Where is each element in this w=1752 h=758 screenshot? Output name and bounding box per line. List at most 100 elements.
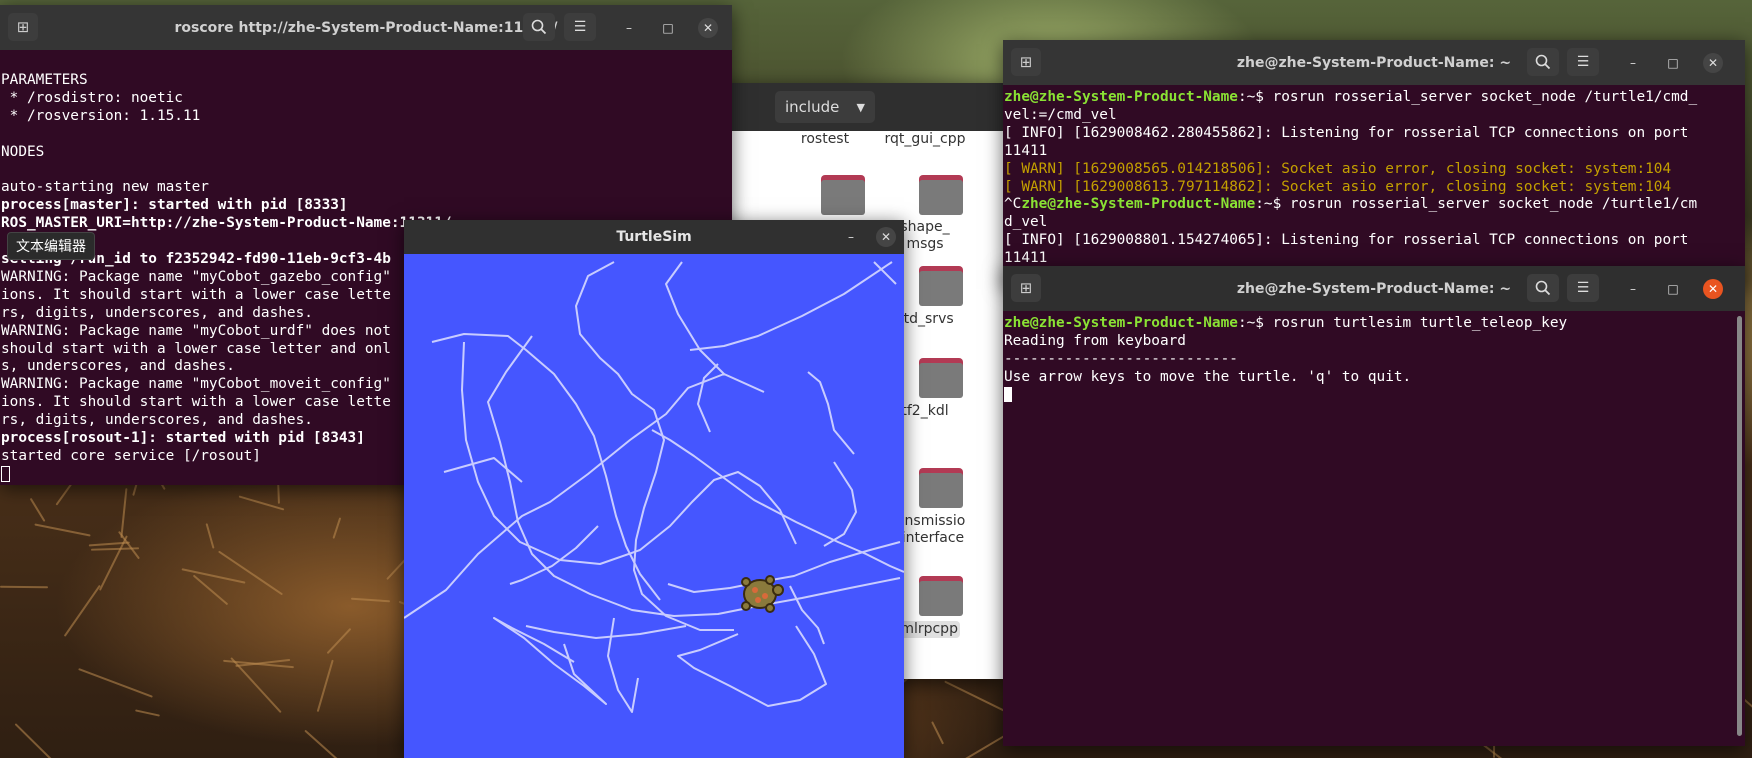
folder-icon[interactable] — [919, 175, 963, 215]
search-icon[interactable] — [1527, 48, 1559, 76]
terminal-text: 11411 — [1004, 250, 1048, 267]
new-tab-icon[interactable]: ⊞ — [1011, 274, 1041, 302]
server-titlebar[interactable]: ⊞ zhe@zhe-System-Product-Name: ~ ☰ – □ ✕ — [1003, 40, 1745, 85]
wallpaper-needle — [34, 523, 91, 537]
minimize-icon[interactable]: – — [841, 227, 861, 247]
terminal-text: 11411 — [1004, 142, 1048, 159]
wallpaper-needle — [944, 680, 1009, 714]
scrollbar[interactable] — [1737, 316, 1742, 736]
wallpaper-needle — [326, 628, 352, 655]
folder-icon[interactable] — [919, 266, 963, 306]
terminal-text: vel:=/cmd_vel — [1004, 106, 1117, 123]
terminal-line: NODES — [1, 143, 45, 160]
terminal-text: :~$ rosrun rosserial_server socket_node … — [1255, 196, 1698, 213]
close-icon[interactable]: ✕ — [876, 227, 896, 247]
hamburger-menu-icon[interactable]: ☰ — [1567, 274, 1599, 302]
wallpaper-needle — [29, 497, 46, 522]
canvas-background — [404, 254, 904, 758]
new-tab-icon[interactable]: ⊞ — [8, 13, 38, 41]
terminal-line: Use arrow keys to move the turtle. 'q' t… — [1004, 369, 1745, 387]
path-button-include[interactable]: include ▼ — [775, 91, 875, 123]
wallpaper-needle — [931, 720, 945, 745]
minimize-icon[interactable]: – — [619, 18, 639, 38]
wallpaper-needle — [14, 723, 57, 758]
wallpaper-needle — [77, 668, 153, 698]
wallpaper-needle — [89, 541, 131, 547]
maximize-icon[interactable]: □ — [658, 18, 678, 38]
terminal-line: [ WARN] [1629008565.014218506]: Socket a… — [1004, 161, 1745, 179]
terminal-line: [ WARN] [1629008613.797114862]: Socket a… — [1004, 179, 1745, 197]
folder-icon[interactable] — [919, 358, 963, 398]
wallpaper-needle — [303, 730, 340, 758]
terminal-line: auto-starting new master — [1, 179, 209, 196]
teleop-terminal-window: ⊞ zhe@zhe-System-Product-Name: ~ ☰ – □ ✕… — [1003, 266, 1745, 746]
maximize-icon[interactable]: □ — [1663, 279, 1683, 299]
terminal-line: * /rosdistro: noetic — [1, 89, 183, 106]
terminal-line: zhe@zhe-System-Product-Name:~$ rosrun tu… — [1004, 315, 1745, 333]
terminal-line: [ INFO] [1629008801.154274065]: Listenin… — [1004, 232, 1745, 250]
hamburger-menu-icon[interactable]: ☰ — [564, 13, 596, 41]
terminal-line: process[master]: started with pid [8333] — [1, 197, 348, 214]
terminal-text: --------------------------- — [1004, 350, 1238, 367]
terminal-line: PARAMETERS — [1, 71, 88, 88]
chevron-down-icon: ▼ — [856, 100, 865, 114]
teleop-titlebar[interactable]: ⊞ zhe@zhe-System-Product-Name: ~ ☰ – □ ✕ — [1003, 266, 1745, 311]
wallpaper-needle — [217, 550, 283, 596]
wallpaper-needle — [316, 659, 334, 713]
terminal-line: [ INFO] [1629008462.280455862]: Listenin… — [1004, 125, 1745, 143]
search-icon[interactable] — [523, 13, 555, 41]
close-icon[interactable]: ✕ — [1703, 279, 1723, 299]
prompt-user: zhe@zhe-System-Product-Name — [1021, 196, 1256, 213]
wallpaper-needle — [350, 597, 390, 603]
terminal-text: :~$ rosrun rosserial_server socket_node … — [1237, 89, 1698, 105]
wallpaper-needle — [120, 488, 128, 539]
search-icon[interactable] — [1527, 274, 1559, 302]
path-button-include-label: include — [785, 98, 840, 116]
prompt-user: zhe@zhe-System-Product-Name — [1004, 315, 1238, 331]
folder-label[interactable]: rqt_gui_cpp — [875, 131, 975, 148]
wallpaper-needle — [0, 585, 48, 589]
terminal-line: vel:=/cmd_vel — [1004, 107, 1745, 125]
folder-label[interactable]: rostest — [775, 131, 875, 148]
terminal-line: Reading from keyboard — [1004, 333, 1745, 351]
terminal-line: d_vel — [1004, 214, 1745, 232]
terminal-line: --------------------------- — [1004, 351, 1745, 369]
terminal-line: ^Czhe@zhe-System-Product-Name:~$ rosrun … — [1004, 196, 1745, 214]
roscore-titlebar[interactable]: ⊞ roscore http://zhe-System-Product-Name… — [0, 5, 732, 50]
terminal-text: d_vel — [1004, 214, 1048, 231]
turtle-canvas[interactable] — [404, 254, 904, 758]
minimize-icon[interactable]: – — [1623, 279, 1643, 299]
hamburger-menu-icon[interactable]: ☰ — [1567, 48, 1599, 76]
teleop-output[interactable]: zhe@zhe-System-Product-Name:~$ rosrun tu… — [1003, 311, 1745, 405]
close-icon[interactable]: ✕ — [1703, 53, 1723, 73]
folder-icon[interactable] — [821, 175, 865, 215]
text-cursor — [1004, 386, 1745, 405]
folder-icon[interactable] — [919, 576, 963, 616]
minimize-icon[interactable]: – — [1623, 53, 1643, 73]
terminal-text: [ INFO] [1629008462.280455862]: Listenin… — [1004, 124, 1689, 141]
server-terminal-window: ⊞ zhe@zhe-System-Product-Name: ~ ☰ – □ ✕… — [1003, 40, 1745, 285]
prompt-user: zhe@zhe-System-Product-Name — [1004, 89, 1238, 105]
server-output[interactable]: zhe@zhe-System-Product-Name:~$ rosrun ro… — [1003, 85, 1745, 268]
wallpaper-needle — [64, 585, 102, 638]
terminal-text: ^C — [1004, 196, 1022, 213]
close-icon[interactable]: ✕ — [698, 18, 718, 38]
new-tab-icon[interactable]: ⊞ — [1011, 48, 1041, 76]
turtlesim-titlebar[interactable]: TurtleSim – ✕ — [404, 220, 904, 254]
wallpaper-needle — [135, 709, 161, 717]
terminal-line: zhe@zhe-System-Product-Name:~$ rosrun ro… — [1004, 89, 1745, 107]
terminal-text: Reading from keyboard — [1004, 332, 1186, 349]
warn-text: [ WARN] [1629008613.797114862]: Socket a… — [1004, 178, 1672, 195]
terminal-text: Use arrow keys to move the turtle. 'q' t… — [1004, 368, 1412, 385]
turtlesim-window: TurtleSim – ✕ — [404, 220, 904, 758]
terminal-line: * /rosversion: 1.15.11 — [1, 107, 201, 124]
maximize-icon[interactable]: □ — [1663, 53, 1683, 73]
window-title: TurtleSim — [616, 229, 692, 245]
terminal-line: 11411 — [1004, 143, 1745, 161]
folder-icon[interactable] — [919, 468, 963, 508]
wallpaper-needle — [333, 517, 342, 539]
wallpaper-needle — [958, 732, 1010, 758]
